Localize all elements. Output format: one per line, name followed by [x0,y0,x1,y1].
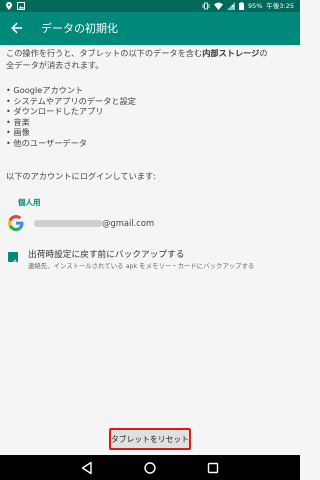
back-button[interactable] [8,19,26,37]
status-left-icons [6,0,25,12]
google-icon [8,215,24,231]
intro-line2-prefix: の [259,48,268,58]
accounts-heading: 以下のアカウントにログインしています: [6,171,156,181]
battery-icon [238,2,244,10]
intro-line1-prefix: この操作を行うと、タブレットの以下のデータを含む [6,48,203,58]
page-title: データの初期化 [41,22,118,35]
status-right-icons: 95% 午後3:25 [202,0,294,12]
image-notification-icon [17,2,25,10]
backup-checkbox[interactable] [8,252,18,266]
account-name-redacted [34,219,102,227]
location-icon [6,2,12,10]
list-item: • 画像 [6,127,30,137]
reset-tablet-button[interactable]: タブレットをリセット [109,428,191,450]
check-icon [9,259,17,266]
intro-line2: 全データが消去されます。 [6,59,104,70]
account-row: @gmail.com [8,213,288,233]
account-category-label: 個人用 [18,198,41,207]
wifi-icon [213,2,223,10]
app-bar: データの初期化 [0,12,300,45]
list-item: • 他のユーザーデータ [6,137,87,148]
vibrate-icon [202,2,210,10]
list-item: • システムやアプリのデータと設定 [6,95,136,106]
no-sim-icon [226,2,235,10]
nav-back-icon[interactable] [79,460,95,476]
data-list: • Googleアカウント • システムやアプリのデータと設定 • ダウンロード… [6,85,286,148]
clock: 午後3:25 [266,2,294,10]
navigation-bar [0,455,300,480]
list-item: • ダウンロードしたアプリ [6,106,104,116]
nav-home-icon[interactable] [142,460,158,476]
intro-text: この操作を行うと、タブレットの以下のデータを含む内部ストレージの 全データが消去… [6,48,296,71]
battery-percent: 95% [247,2,263,10]
backup-label: 出荷時設定に戻す前にバックアップする [28,250,185,260]
backup-description: 連絡先、インストールされている apk をメモリー・カードにバックアップする [28,262,255,270]
account-email: @gmail.com [102,218,155,228]
list-item: • 音楽 [6,116,30,127]
status-bar: 95% 午後3:25 [0,0,300,12]
arrow-back-icon [11,22,22,34]
list-item: • Googleアカウント [6,85,84,95]
intro-line1-bold: 内部ストレージ [202,48,260,58]
nav-recents-icon[interactable] [205,460,221,476]
